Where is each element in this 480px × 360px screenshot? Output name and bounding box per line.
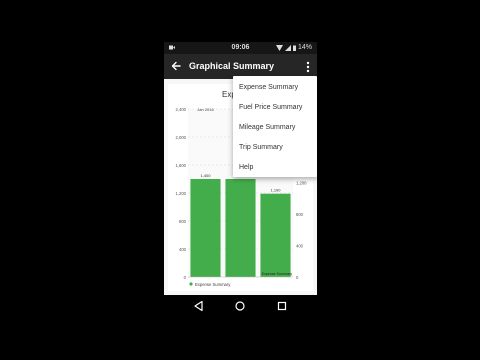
bar [190,179,221,277]
bar [260,193,291,277]
legend-swatch [189,282,193,286]
y-left-tick-label: 1,600 [176,163,187,168]
menu-item-mileage-summary[interactable]: Mileage Summary [239,124,295,131]
status-icons: 14% [275,44,312,51]
toolbar-title: Graphical Summary [189,61,275,71]
overflow-menu: Expense Summary Fuel Price Summary Milea… [233,76,317,177]
y-left-tick-label: 2,400 [176,107,187,112]
battery-icon [292,45,296,51]
bar-value-label: 1,190 [270,188,281,193]
status-bar: 09:06 14% [164,42,317,54]
y-right-tick-label: 0 [296,275,299,280]
wifi-icon [275,44,283,51]
x-category-label: Jan 2016 [197,107,214,112]
legend-label: Expense Summary [195,282,231,287]
y-left-tick-label: 800 [179,219,187,224]
bar-inner-label: Expense Summary [262,272,293,276]
arrow-back-icon[interactable] [170,60,182,72]
bar-value-label: 1,400 [200,173,211,178]
signal-icon [284,44,291,51]
nav-recent-icon[interactable] [276,300,288,312]
y-right-tick-label: 400 [296,244,304,249]
menu-item-expense-summary[interactable]: Expense Summary [239,84,298,91]
phone-screen: 09:06 14% Graphical Summary Expe [164,42,317,316]
menu-item-fuel-price-summary[interactable]: Fuel Price Summary [239,104,302,111]
y-right-tick-label: 1,200 [296,181,307,186]
y-left-tick-label: 400 [179,247,187,252]
nav-bar [164,295,317,316]
y-left-tick-label: 2,000 [176,135,187,140]
y-left-tick-label: 0 [184,275,187,280]
menu-item-help[interactable]: Help [239,164,253,171]
menu-item-trip-summary[interactable]: Trip Summary [239,144,283,151]
nav-home-icon[interactable] [234,300,246,312]
more-vert-icon[interactable] [305,60,311,74]
y-left-tick-label: 1,200 [176,191,187,196]
battery-percent: 14% [297,44,312,51]
nav-back-icon[interactable] [193,300,205,312]
y-right-tick-label: 800 [296,212,304,217]
bar [225,179,256,277]
